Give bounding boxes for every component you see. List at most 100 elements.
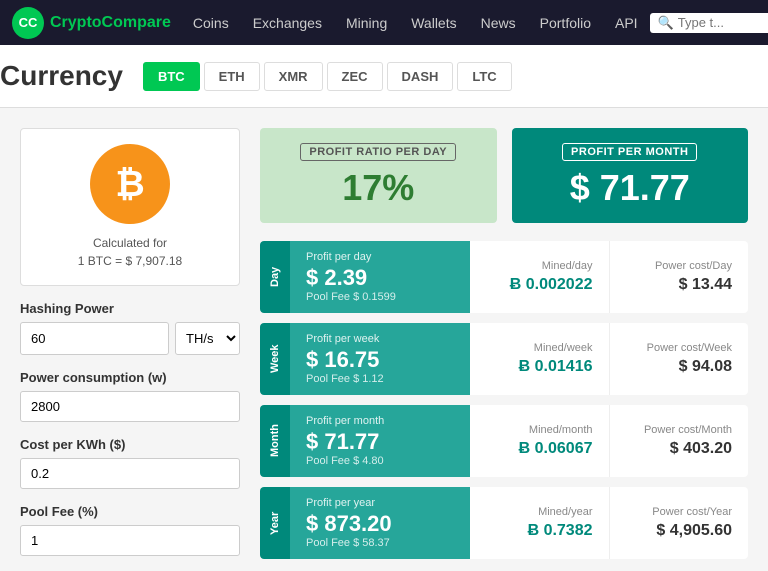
profit-summary: PROFIT RATIO PER DAY 17% PROFIT PER MONT…	[260, 128, 748, 223]
pool-fee-value: Pool Fee $ 0.1599	[306, 291, 454, 303]
pool-fee-input[interactable]	[20, 525, 240, 556]
right-panel: PROFIT RATIO PER DAY 17% PROFIT PER MONT…	[260, 128, 748, 571]
currency-tabs: BTC ETH XMR ZEC DASH LTC	[143, 62, 512, 91]
cost-kwh-input[interactable]	[20, 458, 240, 489]
power-value: $ 13.44	[679, 276, 732, 294]
nav-mining[interactable]: Mining	[334, 0, 399, 45]
nav-coins[interactable]: Coins	[181, 0, 241, 45]
main-layout: ₿ Calculated for 1 BTC = $ 7,907.18 Hash…	[0, 128, 768, 571]
power-value: $ 4,905.60	[656, 522, 732, 540]
profit-value: $ 16.75	[306, 347, 454, 373]
hashing-power-section: Hashing Power TH/s GH/s MH/s	[20, 301, 240, 355]
nav-news[interactable]: News	[469, 0, 528, 45]
profit-ratio-value: 17%	[278, 167, 479, 209]
pool-fee-section: Pool Fee (%)	[20, 504, 240, 556]
mined-value: Ƀ 0.01416	[519, 358, 593, 376]
power-label: Power cost/Week	[647, 342, 732, 354]
pool-fee-value: Pool Fee $ 4.80	[306, 455, 454, 467]
profit-value: $ 873.20	[306, 511, 454, 537]
tab-xmr[interactable]: XMR	[264, 62, 323, 91]
logo-icon: CC	[12, 7, 44, 39]
page-title: Currency	[0, 60, 123, 92]
profit-ratio-card: PROFIT RATIO PER DAY 17%	[260, 128, 497, 223]
power-consumption-label: Power consumption (w)	[20, 370, 240, 385]
hashing-unit-select[interactable]: TH/s GH/s MH/s	[175, 322, 240, 355]
profit-cell: Profit per day $ 2.39 Pool Fee $ 0.1599	[290, 241, 470, 313]
nav-api[interactable]: API	[603, 0, 650, 45]
profit-month-card: PROFIT PER MONTH $ 71.77	[512, 128, 749, 223]
data-rows-container: Day Profit per day $ 2.39 Pool Fee $ 0.1…	[260, 241, 748, 559]
data-row: Week Profit per week $ 16.75 Pool Fee $ …	[260, 323, 748, 395]
pool-fee-label: Pool Fee (%)	[20, 504, 240, 519]
logo[interactable]: CC CryptoCompare	[12, 7, 171, 39]
power-stat: Power cost/Week $ 94.08	[610, 323, 749, 395]
tab-btc[interactable]: BTC	[143, 62, 200, 91]
nav-links: Coins Exchanges Mining Wallets News Port…	[181, 0, 650, 45]
power-stat: Power cost/Year $ 4,905.60	[610, 487, 749, 559]
profit-title: Profit per day	[306, 251, 454, 263]
profit-value: $ 2.39	[306, 265, 454, 291]
mined-stat: Mined/month Ƀ 0.06067	[470, 405, 610, 477]
period-label: Month	[260, 405, 290, 477]
tab-dash[interactable]: DASH	[387, 62, 454, 91]
search-box: 🔍	[650, 13, 768, 33]
period-label: Year	[260, 487, 290, 559]
profit-title: Profit per year	[306, 497, 454, 509]
coin-logo: ₿	[90, 144, 170, 224]
profit-title: Profit per week	[306, 333, 454, 345]
hashing-power-label: Hashing Power	[20, 301, 240, 316]
power-consumption-input[interactable]	[20, 391, 240, 422]
power-label: Power cost/Day	[655, 260, 732, 272]
period-label: Day	[260, 241, 290, 313]
coin-calc: Calculated for 1 BTC = $ 7,907.18	[36, 234, 224, 270]
profit-month-value: $ 71.77	[530, 167, 731, 209]
left-panel: ₿ Calculated for 1 BTC = $ 7,907.18 Hash…	[20, 128, 240, 571]
search-input[interactable]	[678, 15, 768, 30]
profit-value: $ 71.77	[306, 429, 454, 455]
data-row: Day Profit per day $ 2.39 Pool Fee $ 0.1…	[260, 241, 748, 313]
profit-cell: Profit per week $ 16.75 Pool Fee $ 1.12	[290, 323, 470, 395]
hashing-power-input[interactable]	[20, 322, 169, 355]
nav-portfolio[interactable]: Portfolio	[528, 0, 603, 45]
nav-wallets[interactable]: Wallets	[399, 0, 468, 45]
power-value: $ 94.08	[679, 358, 732, 376]
power-label: Power cost/Year	[652, 506, 732, 518]
tab-ltc[interactable]: LTC	[457, 62, 511, 91]
nav-exchanges[interactable]: Exchanges	[241, 0, 334, 45]
mined-value: Ƀ 0.002022	[510, 276, 593, 294]
power-stat: Power cost/Month $ 403.20	[610, 405, 749, 477]
tab-eth[interactable]: ETH	[204, 62, 260, 91]
tab-zec[interactable]: ZEC	[327, 62, 383, 91]
mined-stat: Mined/year Ƀ 0.7382	[470, 487, 610, 559]
page-header: Currency BTC ETH XMR ZEC DASH LTC	[0, 45, 768, 108]
navbar: CC CryptoCompare Coins Exchanges Mining …	[0, 0, 768, 45]
mined-value: Ƀ 0.7382	[528, 522, 593, 540]
mined-stat: Mined/day Ƀ 0.002022	[470, 241, 610, 313]
profit-title: Profit per month	[306, 415, 454, 427]
hashing-power-row: TH/s GH/s MH/s	[20, 322, 240, 355]
period-label: Week	[260, 323, 290, 395]
mined-label: Mined/year	[538, 506, 592, 518]
search-icon: 🔍	[658, 15, 674, 31]
mined-value: Ƀ 0.06067	[519, 440, 593, 458]
pool-fee-value: Pool Fee $ 58.37	[306, 537, 454, 549]
profit-month-label: PROFIT PER MONTH	[562, 143, 697, 161]
coin-card: ₿ Calculated for 1 BTC = $ 7,907.18	[20, 128, 240, 286]
data-row: Month Profit per month $ 71.77 Pool Fee …	[260, 405, 748, 477]
power-label: Power cost/Month	[644, 424, 732, 436]
profit-ratio-label: PROFIT RATIO PER DAY	[300, 143, 456, 161]
data-row: Year Profit per year $ 873.20 Pool Fee $…	[260, 487, 748, 559]
power-stat: Power cost/Day $ 13.44	[610, 241, 749, 313]
logo-text: CryptoCompare	[50, 14, 171, 32]
profit-cell: Profit per month $ 71.77 Pool Fee $ 4.80	[290, 405, 470, 477]
mined-stat: Mined/week Ƀ 0.01416	[470, 323, 610, 395]
power-consumption-section: Power consumption (w)	[20, 370, 240, 422]
cost-kwh-label: Cost per KWh ($)	[20, 437, 240, 452]
mined-label: Mined/month	[529, 424, 593, 436]
cost-kwh-section: Cost per KWh ($)	[20, 437, 240, 489]
profit-cell: Profit per year $ 873.20 Pool Fee $ 58.3…	[290, 487, 470, 559]
power-value: $ 403.20	[670, 440, 732, 458]
mined-label: Mined/day	[542, 260, 593, 272]
pool-fee-value: Pool Fee $ 1.12	[306, 373, 454, 385]
mined-label: Mined/week	[534, 342, 593, 354]
